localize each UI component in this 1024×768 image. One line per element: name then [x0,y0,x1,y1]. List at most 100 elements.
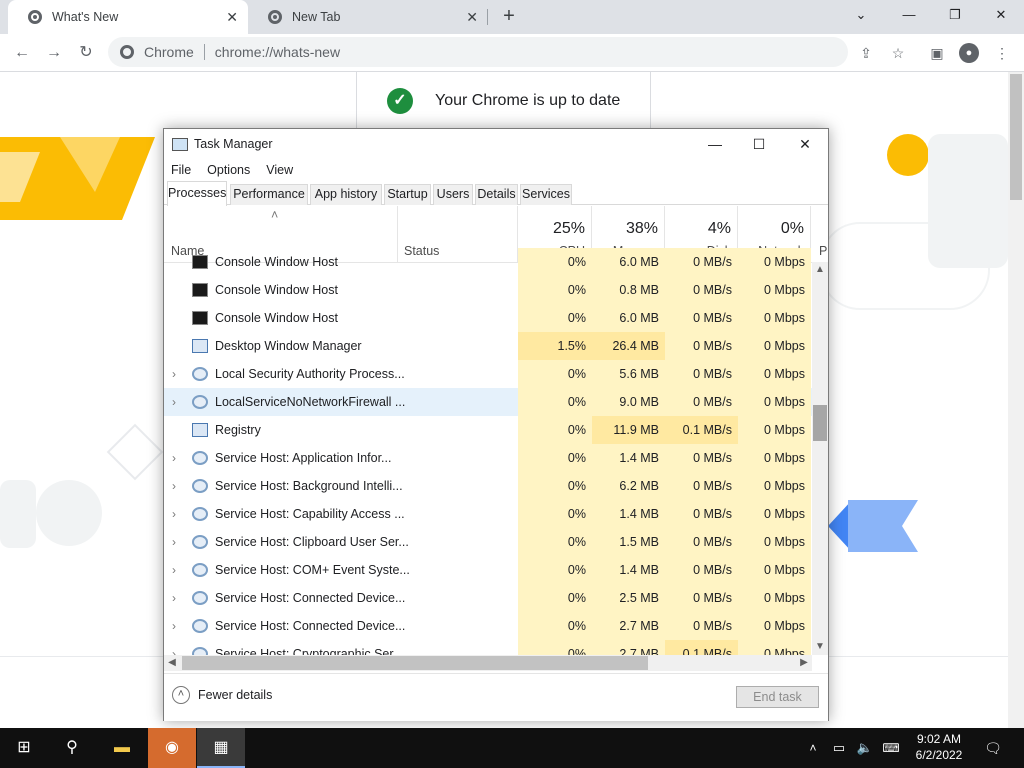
minimize-button[interactable]: — [692,129,738,159]
tab-users[interactable]: Users [433,184,473,205]
chevron-up-icon[interactable]: ˄ [800,728,826,768]
scroll-left-icon[interactable]: ◀ [164,655,180,671]
back-icon[interactable]: ← [10,42,34,64]
minimize-button[interactable]: — [886,0,932,30]
fewer-details-label: Fewer details [198,688,273,702]
column-header-power[interactable]: P [811,206,828,262]
table-row[interactable]: Console Window Host 0% 0.8 MB 0 MB/s 0 Mbps [164,276,812,304]
clock[interactable]: 9:02 AM 6/2/2022 [904,731,974,763]
chevron-right-icon[interactable]: › [172,556,184,584]
table-row[interactable]: Console Window Host 0% 6.0 MB 0 MB/s 0 Mbps [164,248,812,276]
close-button[interactable]: ✕ [782,129,828,159]
notifications-icon[interactable]: 🗨 [978,728,1008,768]
url-text: chrome://whats-new [214,44,341,60]
chevron-right-icon[interactable]: › [172,612,184,640]
decorative-yellow-shape [0,137,155,220]
gear-icon [192,535,208,549]
table-row[interactable]: › Service Host: Capability Access ... 0% 1.… [164,500,812,528]
table-row[interactable]: Registry 0% 11.9 MB 0.1 MB/s 0 Mbps [164,416,812,444]
bookmark-star-icon[interactable]: ☆ [888,43,908,63]
page-scrollbar[interactable] [1008,72,1024,728]
network-value: 0 Mbps [738,360,811,388]
chevron-right-icon[interactable]: › [172,584,184,612]
chevron-up-icon: ˄ [172,686,190,704]
start-button[interactable]: ⊞ [0,728,48,768]
tab-processes[interactable]: Processes [167,181,227,206]
cpu-value: 0% [518,444,592,472]
share-icon[interactable]: ⇪ [856,43,876,63]
scroll-right-icon[interactable]: ▶ [796,655,812,671]
scrollbar-thumb[interactable] [1010,74,1022,200]
tab-search-button[interactable]: ⌄ [838,0,884,30]
network-value: 0 Mbps [738,584,811,612]
tab-new-tab[interactable]: New Tab ✕ [248,0,488,34]
volume-icon[interactable]: 🔈 [852,728,878,768]
cpu-value: 0% [518,304,592,332]
scroll-down-icon[interactable]: ▼ [812,639,828,655]
table-row[interactable]: › Service Host: Clipboard User Ser... 0% 1.… [164,528,812,556]
horizontal-scrollbar[interactable]: ◀ ▶ [164,655,812,671]
memory-value: 11.9 MB [592,416,665,444]
process-name: Service Host: Capability Access ... [215,507,405,521]
search-icon[interactable]: ⚲ [48,728,96,768]
chevron-right-icon[interactable]: › [172,500,184,528]
address-bar[interactable]: Chrome chrome://whats-new [108,37,848,67]
task-manager-tabs: Processes Performance App history Startu… [164,181,828,206]
close-window-button[interactable]: ✕ [978,0,1024,30]
table-row[interactable]: › Service Host: COM+ Event Syste... 0% 1.4 … [164,556,812,584]
vertical-scrollbar[interactable]: ▲ ▼ [812,262,828,655]
table-row[interactable]: › Service Host: Connected Device... 0% 2.7 … [164,612,812,640]
menu-view[interactable]: View [266,163,293,177]
sort-caret-icon: ˄ [271,208,279,222]
forward-icon[interactable]: → [42,42,66,64]
table-row[interactable]: › Local Security Authority Process... 0% 5.… [164,360,812,388]
chevron-right-icon[interactable]: › [172,360,184,388]
tab-services[interactable]: Services [520,184,572,205]
table-row[interactable]: Desktop Window Manager 1.5% 26.4 MB 0 MB/s 0… [164,332,812,360]
memory-value: 6.0 MB [592,304,665,332]
table-row[interactable]: › LocalServiceNoNetworkFirewall ... 0% 9.0 … [164,388,812,416]
task-manager-taskbar-icon[interactable]: ▦ [197,728,245,768]
close-icon[interactable]: ✕ [466,9,478,26]
chevron-right-icon[interactable]: › [172,388,184,416]
maximize-button[interactable]: ☐ [736,129,782,159]
keyboard-icon[interactable]: ⌨ [878,728,904,768]
table-row[interactable]: Console Window Host 0% 6.0 MB 0 MB/s 0 Mbps [164,304,812,332]
scrollbar-thumb[interactable] [182,656,648,670]
end-task-button[interactable]: End task [736,686,819,708]
tab-startup[interactable]: Startup [384,184,431,205]
new-tab-button[interactable]: + [498,5,520,27]
table-row[interactable]: › Service Host: Connected Device... 0% 2.5 … [164,584,812,612]
menu-kebab-icon[interactable]: ⋮ [992,43,1012,63]
chevron-right-icon[interactable]: › [172,444,184,472]
disk-value: 0 MB/s [665,304,738,332]
table-row[interactable]: › Service Host: Application Infor... 0% 1.4… [164,444,812,472]
network-icon[interactable]: ▭ [826,728,852,768]
menu-options[interactable]: Options [207,163,250,177]
process-name: Registry [215,423,261,437]
restore-button[interactable]: ❐ [932,0,978,30]
fewer-details-button[interactable]: ˄ Fewer details [172,686,272,704]
close-icon[interactable]: ✕ [226,9,238,26]
table-row[interactable]: › Service Host: Background Intelli... 0% 6.… [164,472,812,500]
chevron-right-icon[interactable]: › [172,472,184,500]
profile-avatar[interactable]: ● [959,43,979,63]
file-explorer-icon[interactable]: ▬ [98,728,146,768]
site-name: Chrome [144,44,194,60]
chrome-taskbar-icon[interactable]: ◉ [148,728,196,768]
scrollbar-thumb[interactable] [813,405,827,441]
menu-file[interactable]: File [171,163,191,177]
decorative-yellow-circle [887,134,929,176]
reload-icon[interactable]: ↻ [74,42,98,64]
gear-icon [192,395,208,409]
tab-whats-new[interactable]: What's New ✕ [8,0,248,34]
disk-value: 0 MB/s [665,556,738,584]
tab-performance[interactable]: Performance [230,184,308,205]
scroll-up-icon[interactable]: ▲ [812,262,828,278]
tab-details[interactable]: Details [475,184,518,205]
tab-app-history[interactable]: App history [310,184,382,205]
side-panel-icon[interactable]: ▣ [927,43,947,63]
chevron-right-icon[interactable]: › [172,528,184,556]
update-status-text: Your Chrome is up to date [435,92,621,109]
